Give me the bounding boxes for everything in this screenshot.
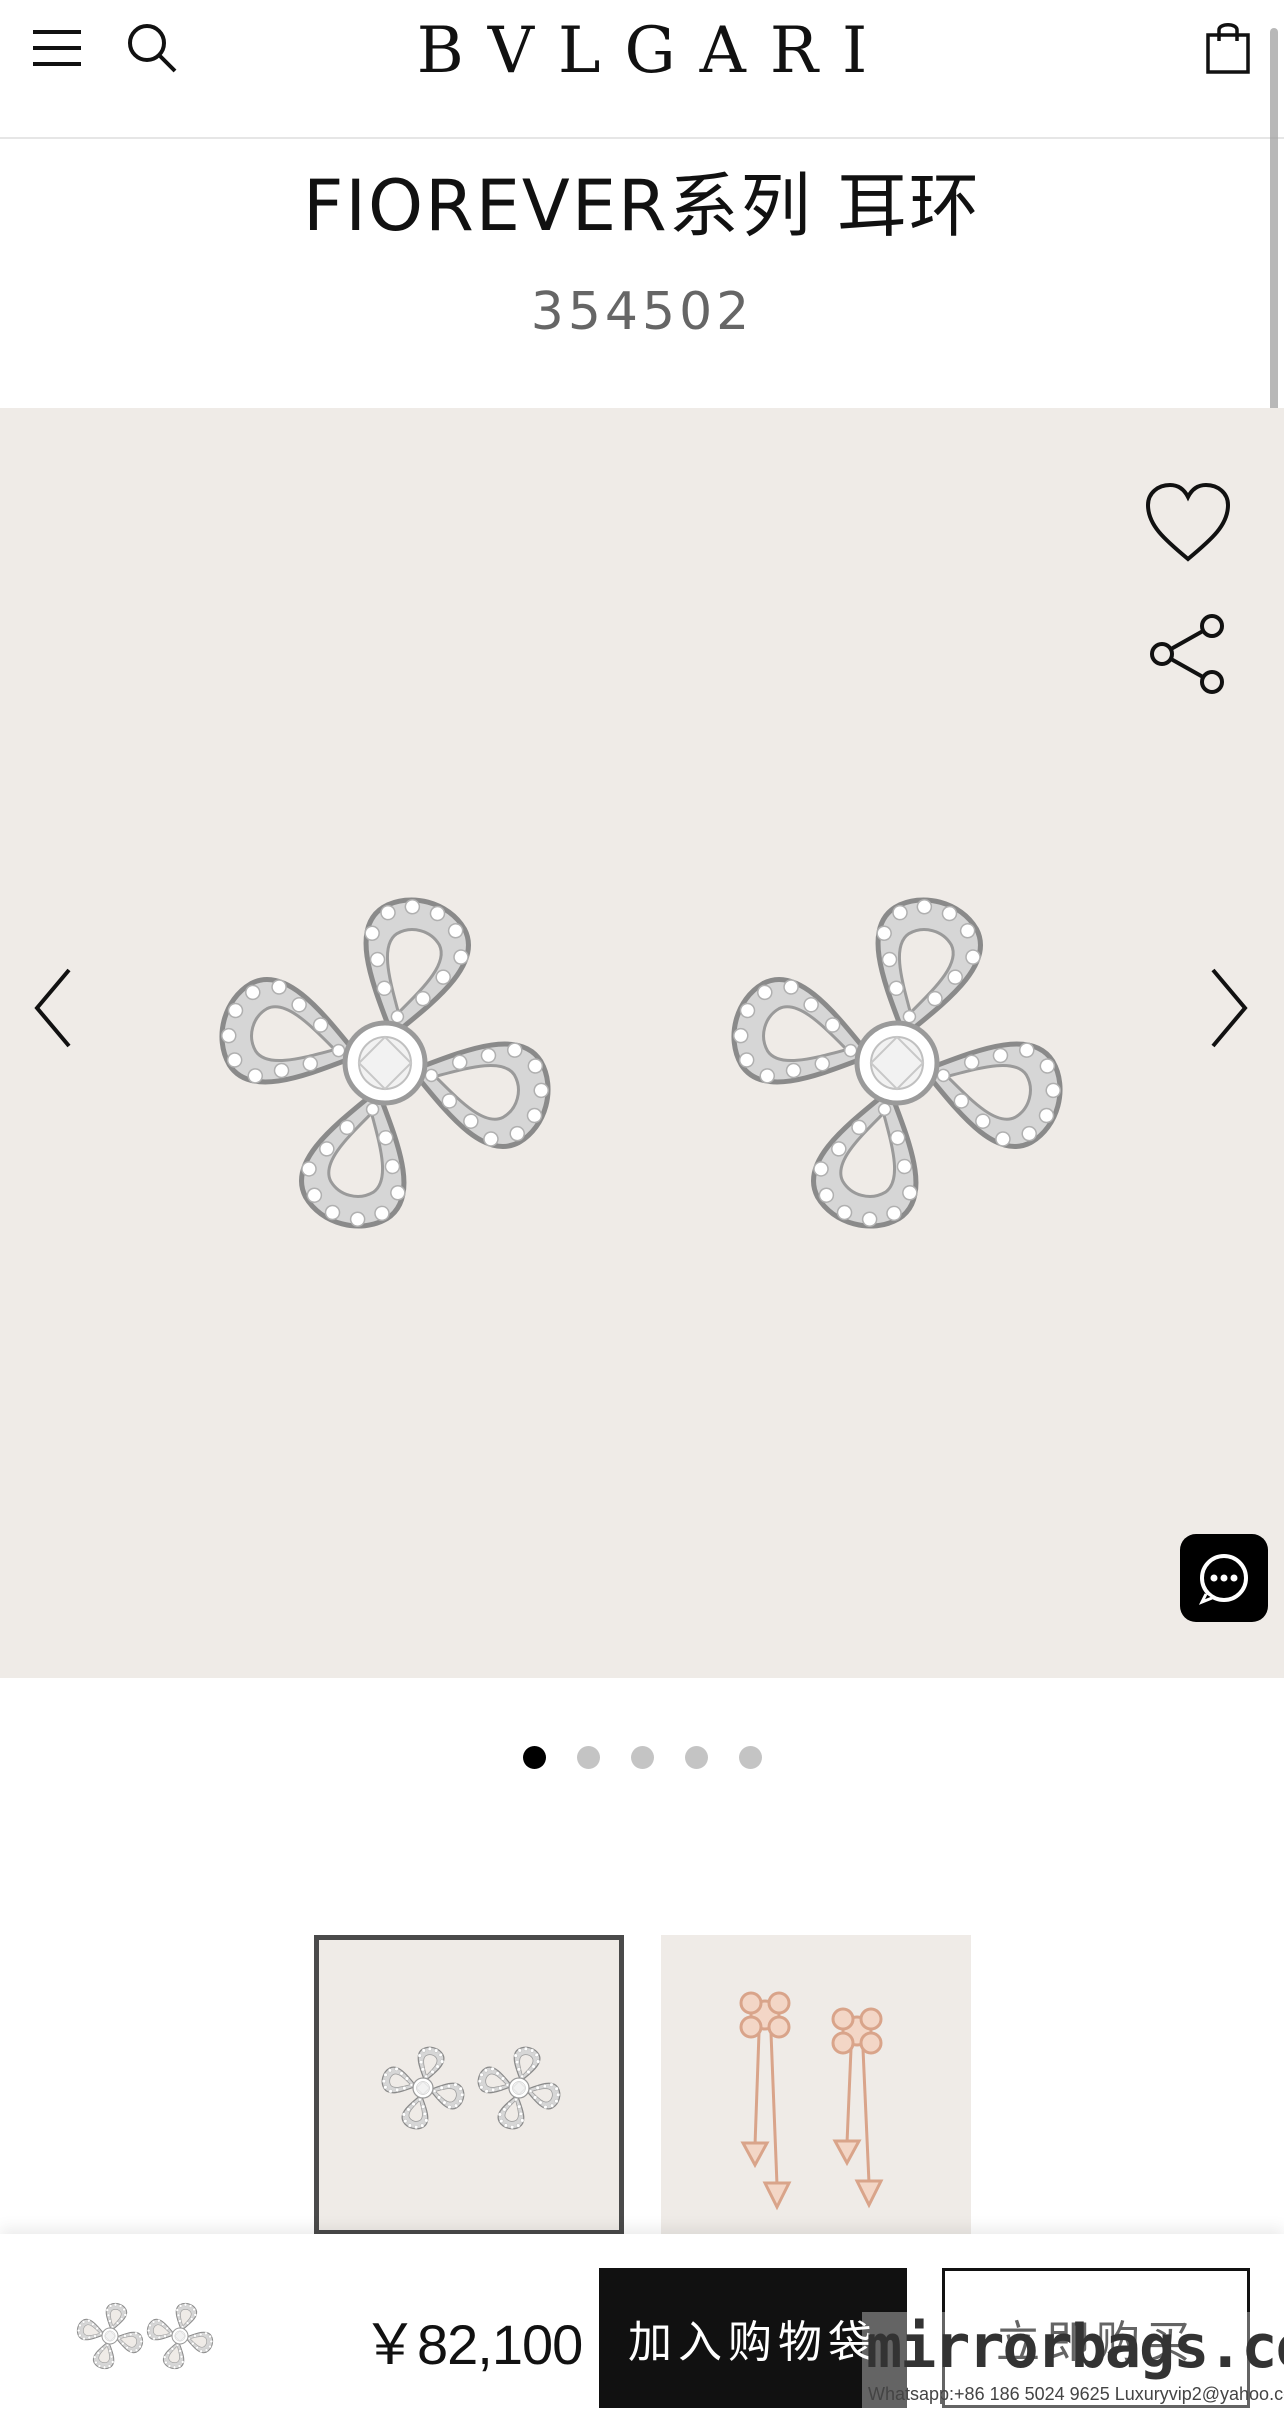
chevron-left-icon[interactable] xyxy=(22,958,82,1058)
product-image-carousel[interactable] xyxy=(0,408,1284,1678)
shopping-bag-icon[interactable] xyxy=(1198,14,1258,80)
pagination-dot[interactable] xyxy=(738,1746,762,1769)
pagination-dot[interactable] xyxy=(576,1746,600,1769)
product-code: 354502 xyxy=(530,282,754,342)
thumbnail-rose-gold-drop-earrings[interactable] xyxy=(661,1935,971,2235)
chat-bubble-icon[interactable] xyxy=(1180,1534,1268,1622)
heart-icon[interactable] xyxy=(1140,474,1236,570)
watermark-contact: Whatsapp:+86 186 5024 9625 Luxuryvip2@ya… xyxy=(868,2384,1284,2404)
watermark-site: mirrorbags.com xyxy=(866,2312,1284,2382)
product-mini-thumbnail xyxy=(60,2274,240,2394)
brand-logo[interactable]: BVLGARI xyxy=(0,14,1284,88)
add-to-bag-button[interactable]: 加入购物袋 xyxy=(599,2268,907,2408)
carousel-pagination xyxy=(0,1746,1284,1769)
product-price: ￥82,100 xyxy=(362,2313,583,2376)
product-title: FIOREVER系列 耳环 xyxy=(303,165,981,247)
pagination-dot[interactable] xyxy=(630,1746,654,1769)
watermark: mirrorbags.com Whatsapp:+86 186 5024 962… xyxy=(862,2312,1284,2416)
pagination-dot[interactable] xyxy=(684,1746,708,1769)
product-image-earrings xyxy=(0,408,1284,1678)
chevron-right-icon[interactable] xyxy=(1200,958,1260,1058)
site-header: BVLGARI xyxy=(0,0,1284,139)
share-icon[interactable] xyxy=(1142,608,1234,700)
pagination-dot[interactable] xyxy=(522,1746,546,1769)
thumbnail-white-gold-stud-earrings[interactable] xyxy=(314,1935,624,2235)
